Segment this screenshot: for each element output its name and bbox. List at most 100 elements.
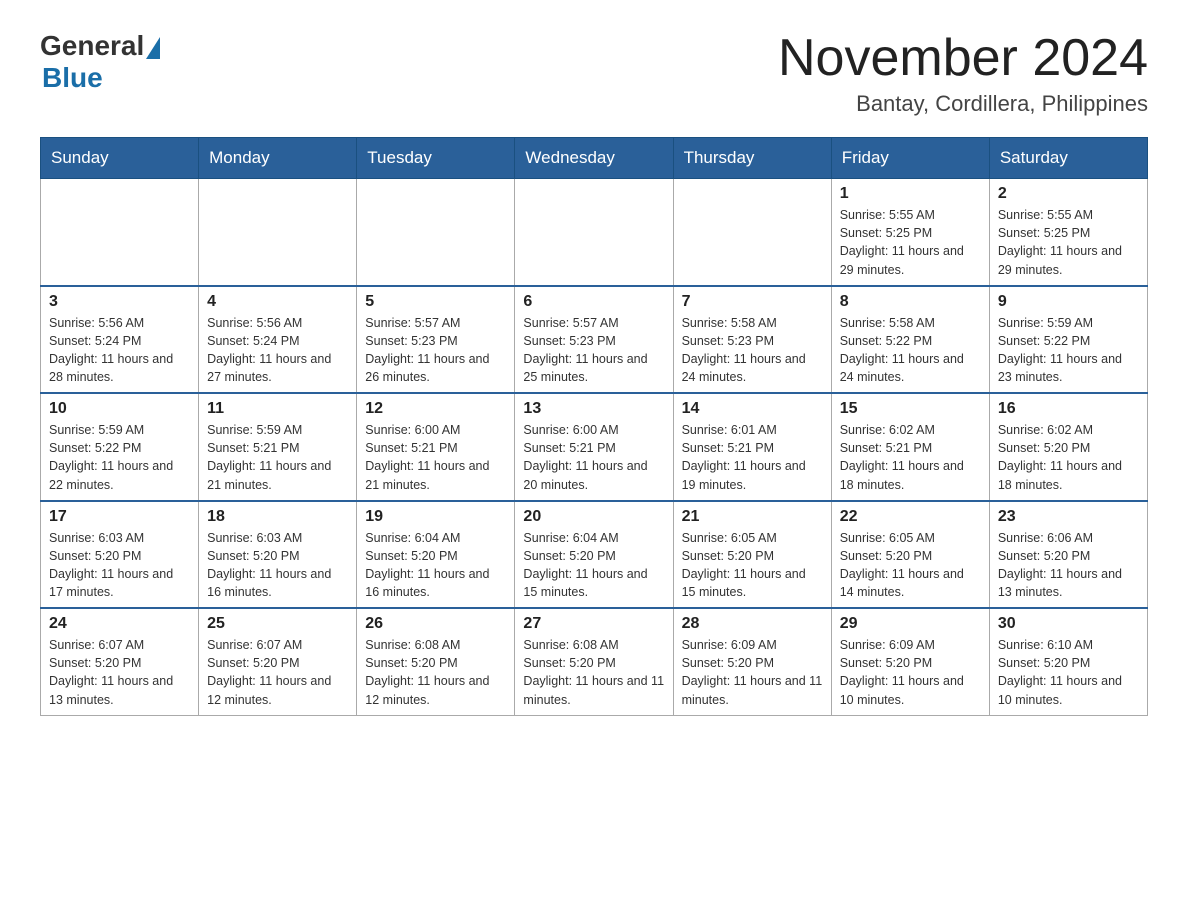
calendar-cell: 28 Sunrise: 6:09 AM Sunset: 5:20 PM Dayli… [673, 608, 831, 715]
day-info: Sunrise: 6:09 AM Sunset: 5:20 PM Dayligh… [840, 636, 981, 709]
day-number: 21 [682, 508, 823, 526]
calendar-cell: 8 Sunrise: 5:58 AM Sunset: 5:22 PM Daylig… [831, 286, 989, 394]
calendar-week-row: 10 Sunrise: 5:59 AM Sunset: 5:22 PM Dayli… [41, 393, 1148, 501]
weekday-header-saturday: Saturday [989, 138, 1147, 179]
calendar-week-row: 24Sunrise: 6:07 AM Sunset: 5:20 PM Dayli… [41, 608, 1148, 715]
day-info: Sunrise: 6:03 AM Sunset: 5:20 PM Dayligh… [207, 529, 348, 602]
location-title: Bantay, Cordillera, Philippines [778, 91, 1148, 117]
day-info: Sunrise: 6:08 AM Sunset: 5:20 PM Dayligh… [523, 636, 664, 709]
calendar-cell: 9 Sunrise: 5:59 AM Sunset: 5:22 PM Daylig… [989, 286, 1147, 394]
day-info: Sunrise: 6:00 AM Sunset: 5:21 PM Dayligh… [523, 421, 664, 494]
day-info: Sunrise: 5:58 AM Sunset: 5:23 PM Dayligh… [682, 314, 823, 387]
calendar-header-row: SundayMondayTuesdayWednesdayThursdayFrid… [41, 138, 1148, 179]
logo-blue-text: Blue [42, 62, 103, 94]
calendar-cell: 20Sunrise: 6:04 AM Sunset: 5:20 PM Dayli… [515, 501, 673, 609]
day-number: 23 [998, 508, 1139, 526]
day-number: 26 [365, 615, 506, 633]
calendar-cell [357, 179, 515, 286]
calendar-week-row: 3 Sunrise: 5:56 AM Sunset: 5:24 PM Daylig… [41, 286, 1148, 394]
day-number: 9 [998, 293, 1139, 311]
calendar-cell [41, 179, 199, 286]
day-number: 15 [840, 400, 981, 418]
calendar-cell: 4 Sunrise: 5:56 AM Sunset: 5:24 PM Daylig… [199, 286, 357, 394]
weekday-header-thursday: Thursday [673, 138, 831, 179]
day-info: Sunrise: 5:57 AM Sunset: 5:23 PM Dayligh… [523, 314, 664, 387]
calendar-cell: 2Sunrise: 5:55 AM Sunset: 5:25 PM Daylig… [989, 179, 1147, 286]
weekday-header-wednesday: Wednesday [515, 138, 673, 179]
day-number: 7 [682, 293, 823, 311]
calendar-week-row: 17Sunrise: 6:03 AM Sunset: 5:20 PM Dayli… [41, 501, 1148, 609]
calendar-cell: 17Sunrise: 6:03 AM Sunset: 5:20 PM Dayli… [41, 501, 199, 609]
day-number: 30 [998, 615, 1139, 633]
title-block: November 2024 Bantay, Cordillera, Philip… [778, 30, 1148, 117]
calendar-cell: 3 Sunrise: 5:56 AM Sunset: 5:24 PM Daylig… [41, 286, 199, 394]
calendar-cell: 23Sunrise: 6:06 AM Sunset: 5:20 PM Dayli… [989, 501, 1147, 609]
calendar-cell: 10 Sunrise: 5:59 AM Sunset: 5:22 PM Dayli… [41, 393, 199, 501]
calendar-table: SundayMondayTuesdayWednesdayThursdayFrid… [40, 137, 1148, 716]
day-info: Sunrise: 5:56 AM Sunset: 5:24 PM Dayligh… [207, 314, 348, 387]
day-number: 18 [207, 508, 348, 526]
calendar-cell: 30 Sunrise: 6:10 AM Sunset: 5:20 PM Dayli… [989, 608, 1147, 715]
calendar-cell: 5 Sunrise: 5:57 AM Sunset: 5:23 PM Daylig… [357, 286, 515, 394]
weekday-header-sunday: Sunday [41, 138, 199, 179]
calendar-cell: 29 Sunrise: 6:09 AM Sunset: 5:20 PM Dayli… [831, 608, 989, 715]
calendar-cell: 14 Sunrise: 6:01 AM Sunset: 5:21 PM Dayli… [673, 393, 831, 501]
day-info: Sunrise: 6:08 AM Sunset: 5:20 PM Dayligh… [365, 636, 506, 709]
day-info: Sunrise: 5:59 AM Sunset: 5:22 PM Dayligh… [49, 421, 190, 494]
day-number: 28 [682, 615, 823, 633]
calendar-cell [199, 179, 357, 286]
day-info: Sunrise: 6:07 AM Sunset: 5:20 PM Dayligh… [207, 636, 348, 709]
day-info: Sunrise: 6:05 AM Sunset: 5:20 PM Dayligh… [682, 529, 823, 602]
day-number: 14 [682, 400, 823, 418]
calendar-cell: 21 Sunrise: 6:05 AM Sunset: 5:20 PM Dayli… [673, 501, 831, 609]
day-number: 22 [840, 508, 981, 526]
page-header: General Blue November 2024 Bantay, Cordi… [40, 30, 1148, 117]
day-number: 4 [207, 293, 348, 311]
calendar-week-row: 1 Sunrise: 5:55 AM Sunset: 5:25 PM Daylig… [41, 179, 1148, 286]
day-number: 25 [207, 615, 348, 633]
calendar-cell: 19Sunrise: 6:04 AM Sunset: 5:20 PM Dayli… [357, 501, 515, 609]
day-number: 10 [49, 400, 190, 418]
day-number: 3 [49, 293, 190, 311]
logo-triangle-icon [146, 37, 160, 59]
day-info: Sunrise: 6:01 AM Sunset: 5:21 PM Dayligh… [682, 421, 823, 494]
day-number: 1 [840, 185, 981, 203]
calendar-cell: 13 Sunrise: 6:00 AM Sunset: 5:21 PM Dayli… [515, 393, 673, 501]
day-info: Sunrise: 6:07 AM Sunset: 5:20 PM Dayligh… [49, 636, 190, 709]
day-info: Sunrise: 6:09 AM Sunset: 5:20 PM Dayligh… [682, 636, 823, 709]
day-info: Sunrise: 6:03 AM Sunset: 5:20 PM Dayligh… [49, 529, 190, 602]
day-info: Sunrise: 5:59 AM Sunset: 5:22 PM Dayligh… [998, 314, 1139, 387]
calendar-cell: 12Sunrise: 6:00 AM Sunset: 5:21 PM Dayli… [357, 393, 515, 501]
calendar-cell: 6 Sunrise: 5:57 AM Sunset: 5:23 PM Daylig… [515, 286, 673, 394]
calendar-cell: 26 Sunrise: 6:08 AM Sunset: 5:20 PM Dayli… [357, 608, 515, 715]
day-number: 8 [840, 293, 981, 311]
day-info: Sunrise: 5:57 AM Sunset: 5:23 PM Dayligh… [365, 314, 506, 387]
day-number: 6 [523, 293, 664, 311]
day-info: Sunrise: 5:56 AM Sunset: 5:24 PM Dayligh… [49, 314, 190, 387]
calendar-cell: 1Sunrise: 5:55 AM Sunset: 5:25 PM Daylig… [831, 179, 989, 286]
day-info: Sunrise: 6:02 AM Sunset: 5:21 PM Dayligh… [840, 421, 981, 494]
logo-general-text: General [40, 30, 144, 62]
weekday-header-tuesday: Tuesday [357, 138, 515, 179]
calendar-cell [515, 179, 673, 286]
day-info: Sunrise: 5:59 AM Sunset: 5:21 PM Dayligh… [207, 421, 348, 494]
day-info: Sunrise: 6:05 AM Sunset: 5:20 PM Dayligh… [840, 529, 981, 602]
calendar-cell: 25 Sunrise: 6:07 AM Sunset: 5:20 PM Dayli… [199, 608, 357, 715]
day-number: 19 [365, 508, 506, 526]
day-number: 5 [365, 293, 506, 311]
day-info: Sunrise: 6:04 AM Sunset: 5:20 PM Dayligh… [523, 529, 664, 602]
month-title: November 2024 [778, 30, 1148, 87]
day-number: 29 [840, 615, 981, 633]
calendar-cell: 16Sunrise: 6:02 AM Sunset: 5:20 PM Dayli… [989, 393, 1147, 501]
calendar-cell: 27Sunrise: 6:08 AM Sunset: 5:20 PM Dayli… [515, 608, 673, 715]
day-info: Sunrise: 6:00 AM Sunset: 5:21 PM Dayligh… [365, 421, 506, 494]
calendar-cell [673, 179, 831, 286]
calendar-cell: 7 Sunrise: 5:58 AM Sunset: 5:23 PM Daylig… [673, 286, 831, 394]
day-info: Sunrise: 6:10 AM Sunset: 5:20 PM Dayligh… [998, 636, 1139, 709]
day-info: Sunrise: 5:58 AM Sunset: 5:22 PM Dayligh… [840, 314, 981, 387]
day-info: Sunrise: 5:55 AM Sunset: 5:25 PM Dayligh… [998, 206, 1139, 279]
logo: General Blue [40, 30, 160, 94]
day-number: 13 [523, 400, 664, 418]
weekday-header-friday: Friday [831, 138, 989, 179]
weekday-header-monday: Monday [199, 138, 357, 179]
